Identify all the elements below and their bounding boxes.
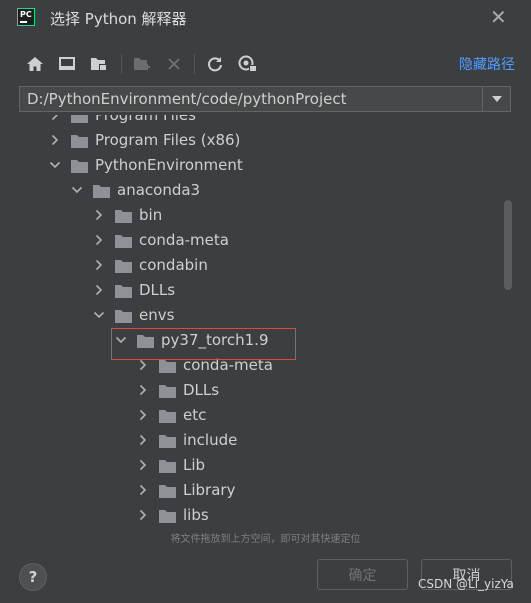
chevron-right-icon[interactable] [137,453,149,477]
tree-item-label: bin [139,206,163,224]
new-folder-icon[interactable] [130,52,154,76]
tree-item-label: libs [183,506,209,524]
folder-icon [71,115,88,123]
tree-row[interactable]: conda-meta [93,228,229,252]
chevron-right-icon[interactable] [49,128,61,152]
chevron-right-icon[interactable] [93,253,105,277]
toolbar-divider [121,54,122,74]
tree-row[interactable]: Program Files [49,115,196,127]
close-icon[interactable]: ✕ [490,6,507,28]
tree-item-label: DLLs [139,281,176,299]
tree-row[interactable]: libs [137,503,209,527]
path-combobox [19,86,511,112]
folder-icon [71,133,88,148]
folder-icon [115,283,132,298]
tree-item-label: PythonEnvironment [95,156,243,174]
tree-item-label: include [183,431,238,449]
chevron-down-icon[interactable] [49,153,61,177]
folder-icon [71,158,88,173]
tree-item-label: DLLs [183,381,220,399]
tree-item-label: conda-meta [139,231,229,249]
chevron-right-icon[interactable] [93,228,105,252]
chevron-down-icon[interactable] [93,303,105,327]
chevron-right-icon[interactable] [137,378,149,402]
help-button[interactable]: ? [19,563,47,591]
folder-icon [115,258,132,273]
folder-icon [159,458,176,473]
tree-row[interactable]: etc [137,403,206,427]
folder-icon [93,183,110,198]
tree-item-label: Library [183,481,236,499]
folder-icon [115,208,132,223]
chevron-right-icon[interactable] [137,428,149,452]
chevron-right-icon[interactable] [137,478,149,502]
tree-row[interactable]: DLLs [137,378,219,402]
pycharm-icon: PC [17,8,35,26]
tree-item-label: anaconda3 [117,181,201,199]
file-tree[interactable]: Program Files Program Files (x86) PythonEn… [19,115,517,527]
show-hidden-icon[interactable] [236,52,260,76]
drag-drop-hint: 将文件拖放到上方空间，即可对其快速定位 [170,534,361,545]
tree-row[interactable]: bin [93,203,162,227]
tree-row[interactable]: envs [93,303,174,327]
tree-item-label: etc [183,406,207,424]
folder-icon [159,508,176,523]
scrollbar-thumb[interactable] [504,200,512,290]
path-input[interactable] [20,87,482,111]
dialog-title: 选择 Python 解释器 [50,10,187,28]
home-icon[interactable] [23,52,47,76]
folder-icon [159,358,176,373]
selection-highlight [111,328,296,360]
tree-row[interactable]: condabin [93,253,208,277]
folder-icon [159,483,176,498]
tree-row[interactable]: include [137,428,237,452]
chevron-right-icon[interactable] [93,203,105,227]
tree-item-label: Lib [183,456,206,474]
scrollbar-track[interactable] [503,115,515,527]
toolbar-divider [194,54,195,74]
tree-item-label: envs [139,306,175,324]
chevron-down-icon[interactable] [71,178,83,202]
folder-icon [159,433,176,448]
refresh-icon[interactable] [203,52,227,76]
tree-item-label: condabin [139,256,208,274]
toolbar: 隐藏路径 [20,52,520,76]
folder-icon [115,308,132,323]
tree-row[interactable]: Program Files (x86) [49,128,240,152]
chevron-right-icon[interactable] [49,115,61,127]
chevron-down-icon [491,96,502,102]
watermark: CSDN @Li_yizYa [418,577,514,591]
tree-row[interactable]: PythonEnvironment [49,153,243,177]
folder-icon [115,233,132,248]
tree-row[interactable]: Lib [137,453,205,477]
title-bar: PC 选择 Python 解释器 ✕ [0,0,531,36]
chevron-right-icon[interactable] [93,278,105,302]
delete-icon[interactable] [162,52,186,76]
tree-item-label: Program Files [95,115,196,124]
tree-row[interactable]: anaconda3 [71,178,200,202]
chevron-right-icon[interactable] [137,503,149,527]
ok-button[interactable]: 确定 [317,559,408,590]
folder-icon [159,383,176,398]
hide-path-link[interactable]: 隐藏路径 [459,54,515,74]
desktop-icon[interactable] [55,52,79,76]
tree-row[interactable]: DLLs [93,278,175,302]
folder-icon [159,408,176,423]
chevron-right-icon[interactable] [137,403,149,427]
tree-item-label: Program Files (x86) [95,131,241,149]
path-dropdown-button[interactable] [482,87,510,111]
project-folder-icon[interactable] [87,52,111,76]
tree-row[interactable]: Library [137,478,235,502]
